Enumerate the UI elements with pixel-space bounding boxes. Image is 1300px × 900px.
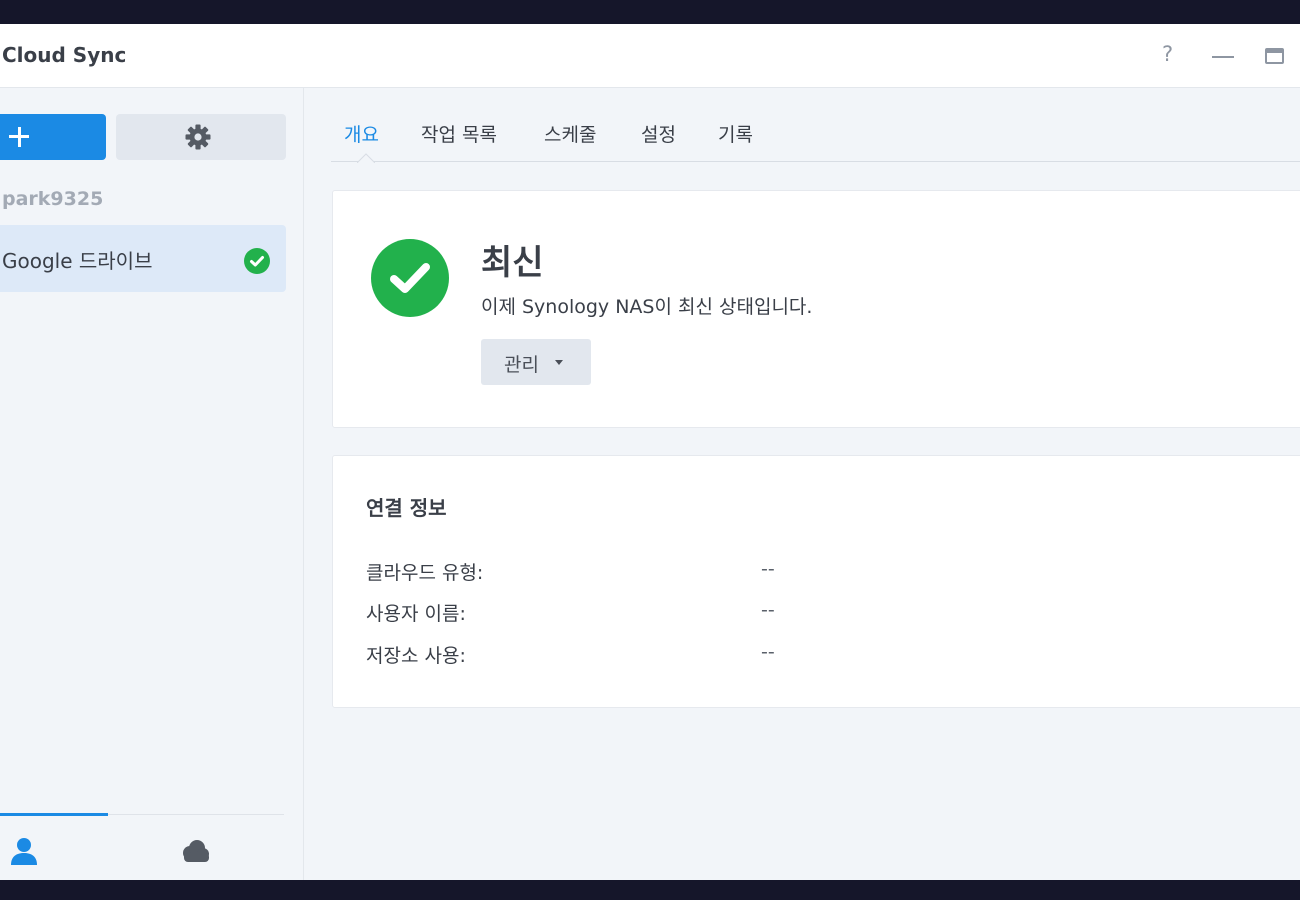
status-title: 최신 — [481, 243, 544, 283]
tab-overview[interactable]: 개요 — [344, 120, 379, 147]
footer-active-indicator — [0, 813, 108, 816]
info-key: 사용자 이름: — [366, 603, 466, 625]
account-name: park9325 — [2, 188, 104, 210]
info-key: 저장소 사용: — [366, 645, 466, 667]
connection-info-title: 연결 정보 — [366, 496, 447, 520]
info-key: 클라우드 유형: — [366, 562, 484, 584]
check-circle-icon — [244, 248, 270, 274]
minimize-icon[interactable] — [1212, 56, 1234, 58]
desktop-background — [0, 880, 1300, 900]
settings-button[interactable] — [116, 114, 286, 160]
user-icon[interactable] — [9, 836, 39, 866]
sidebar-item-google-drive[interactable]: Google 드라이브 — [0, 225, 286, 292]
tab-task-list[interactable]: 작업 목록 — [421, 120, 497, 147]
info-value: -- — [761, 641, 775, 663]
sidebar-item-label: Google 드라이브 — [2, 249, 153, 273]
sidebar: park9325 Google 드라이브 — [0, 88, 304, 880]
sidebar-footer — [0, 813, 284, 880]
tab-history[interactable]: 기록 — [718, 120, 753, 147]
status-card: 최신 이제 Synology NAS이 최신 상태입니다. 관리 — [332, 190, 1300, 428]
cloud-icon[interactable] — [179, 839, 211, 863]
title-bar: Cloud Sync ? — [0, 24, 1300, 88]
manage-button-label: 관리 — [504, 354, 539, 376]
main-panel: 개요 작업 목록 스케줄 설정 기록 최신 이제 Synology NAS이 최… — [305, 88, 1300, 880]
manage-button[interactable]: 관리 — [481, 339, 591, 385]
app-title: Cloud Sync — [2, 43, 127, 67]
maximize-icon[interactable] — [1265, 48, 1284, 64]
info-value: -- — [761, 599, 775, 621]
help-icon[interactable]: ? — [1162, 42, 1173, 66]
check-circle-icon — [371, 239, 449, 317]
info-row-cloud-type: 클라우드 유형: -- — [366, 558, 1266, 584]
status-description: 이제 Synology NAS이 최신 상태입니다. — [481, 296, 813, 318]
info-row-username: 사용자 이름: -- — [366, 599, 1266, 625]
info-row-storage-usage: 저장소 사용: -- — [366, 641, 1266, 667]
tab-schedule[interactable]: 스케줄 — [544, 120, 596, 147]
add-connection-button[interactable] — [0, 114, 106, 160]
tab-bar: 개요 작업 목록 스케줄 설정 기록 — [331, 88, 1300, 163]
connection-info-card: 연결 정보 클라우드 유형: -- 사용자 이름: -- 저장소 사용: -- — [332, 455, 1300, 708]
info-value: -- — [761, 558, 775, 580]
tab-settings[interactable]: 설정 — [641, 120, 676, 147]
caret-down-icon — [555, 360, 563, 365]
gear-icon — [185, 124, 211, 150]
cloud-sync-window: Cloud Sync ? park9325 Google 드라이브 개요 작업 … — [0, 24, 1300, 880]
active-tab-indicator — [357, 153, 375, 163]
